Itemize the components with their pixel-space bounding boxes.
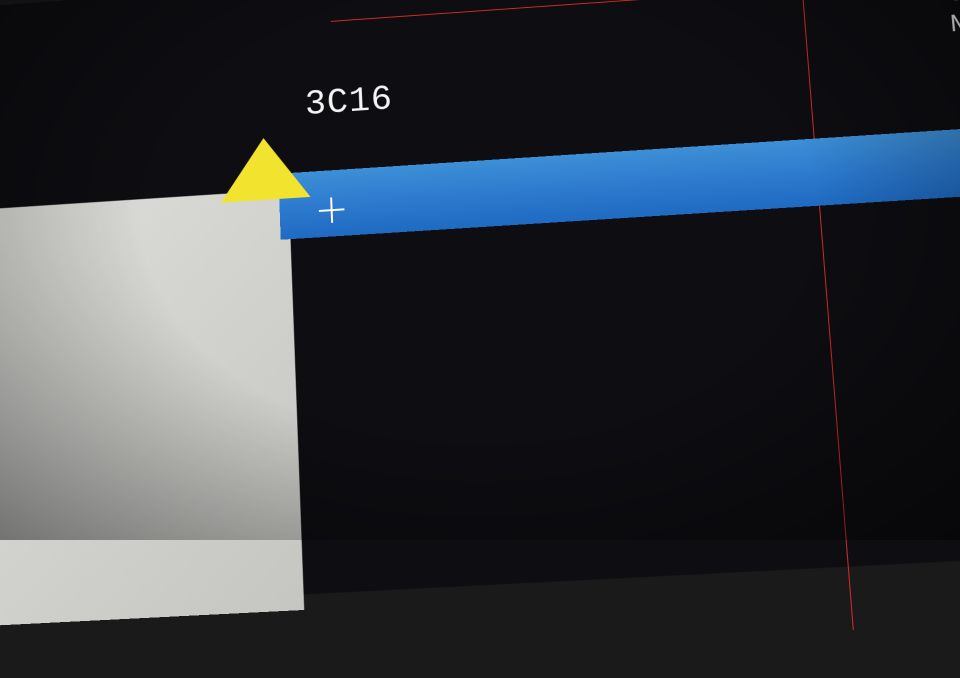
rebar-spec-label: 3C16 <box>304 79 394 124</box>
drawing-canvas[interactable]: RL1( C8@ N4C12 3C16 <box>0 0 960 612</box>
label-line-3: N4C12 <box>949 4 960 41</box>
grid-line-horizontal <box>331 0 960 22</box>
triangle-marker-icon <box>219 135 311 203</box>
beam-element[interactable] <box>278 124 960 240</box>
grid-line-vertical <box>797 0 854 630</box>
wall-element[interactable] <box>0 190 304 632</box>
element-labels-panel: RL1( C8@ N4C12 <box>943 0 960 41</box>
